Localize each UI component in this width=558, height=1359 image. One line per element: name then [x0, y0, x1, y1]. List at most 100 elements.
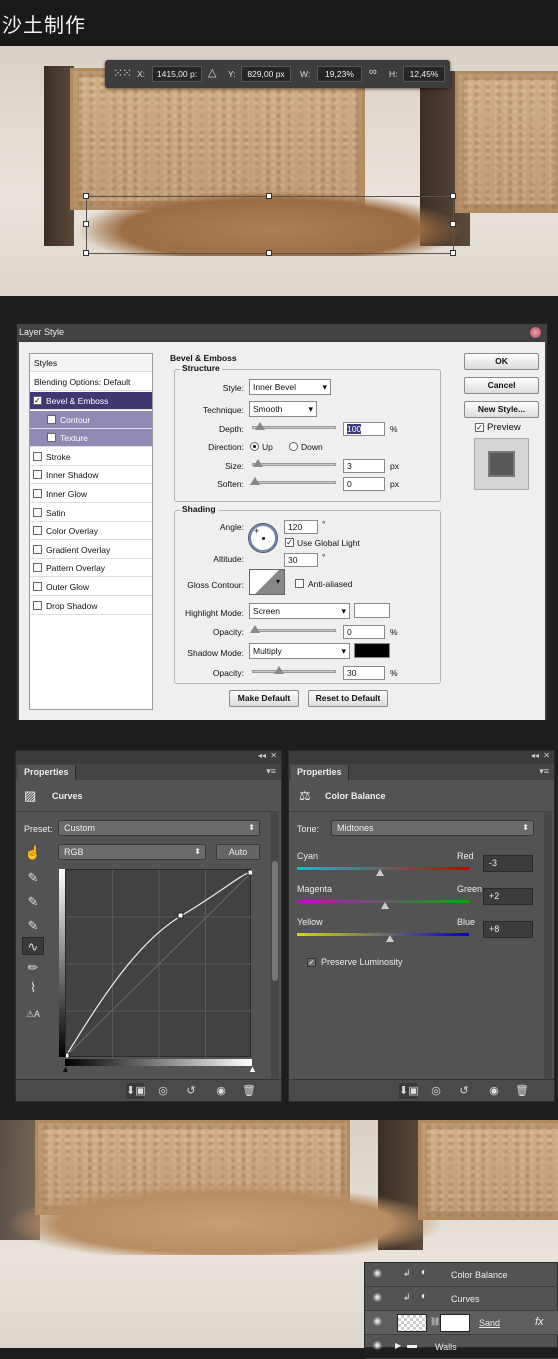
style-item-inner-glow[interactable]: Inner Glow	[30, 485, 152, 503]
style-item-outer-glow[interactable]: Outer Glow	[30, 578, 152, 596]
trash-icon[interactable]: 🗑	[240, 1083, 258, 1099]
angle-dial[interactable]: +	[248, 523, 278, 553]
layer-row[interactable]: ◉ ⛓ Sand fx	[365, 1311, 558, 1335]
style-checkbox[interactable]	[33, 563, 42, 573]
layer-row[interactable]: ◉ ↲ ◐ Color Balance	[365, 1263, 558, 1287]
clip-to-layer-icon[interactable]: ⬇▣	[399, 1083, 419, 1099]
close-icon[interactable]: ✕	[270, 751, 277, 760]
fx-icon[interactable]: fx	[535, 1316, 544, 1328]
color-slider-thumb[interactable]	[380, 902, 389, 909]
view-previous-icon[interactable]: ◎	[427, 1083, 445, 1099]
cancel-button[interactable]: Cancel	[464, 377, 539, 394]
view-previous-icon[interactable]: ◎	[154, 1083, 172, 1099]
shadow-mode-select[interactable]: Multiply	[249, 643, 350, 659]
preview-checkbox[interactable]: ✓	[475, 423, 484, 432]
transform-handle[interactable]	[450, 250, 456, 256]
curve-points-icon[interactable]: ∿	[22, 937, 44, 955]
color-value-field[interactable]: -3	[483, 855, 533, 872]
h-field[interactable]: 12,45%	[403, 66, 445, 82]
style-checkbox[interactable]	[33, 582, 42, 591]
layer-thumbnail[interactable]	[397, 1314, 427, 1332]
direction-up-radio[interactable]	[250, 442, 259, 451]
hand-adjust-icon[interactable]: ☝	[22, 844, 44, 862]
color-value-field[interactable]: +8	[483, 921, 533, 938]
folder-expand-icon[interactable]: ▶	[395, 1341, 401, 1350]
white-point-slider[interactable]: ▲	[248, 1064, 257, 1074]
eye-icon[interactable]: ◉	[485, 1083, 503, 1099]
eye-icon[interactable]: ◉	[212, 1083, 230, 1099]
angle-field[interactable]: 120	[284, 520, 318, 534]
layer-name[interactable]: Walls	[435, 1342, 457, 1352]
clip-to-layer-icon[interactable]: ⬇▣	[126, 1083, 146, 1099]
new-style-button[interactable]: New Style...	[464, 401, 539, 418]
reset-icon[interactable]: ↺	[182, 1083, 200, 1099]
panel-menu-icon[interactable]: ▾≡	[266, 766, 276, 777]
direction-down-radio[interactable]	[289, 442, 298, 451]
color-slider-thumb[interactable]	[376, 869, 385, 876]
layer-name[interactable]: Color Balance	[451, 1270, 508, 1280]
make-default-button[interactable]: Make Default	[229, 690, 299, 707]
transform-handle[interactable]	[450, 193, 456, 199]
shadow-opacity-field[interactable]: 30	[343, 666, 385, 680]
scrollbar[interactable]	[271, 811, 279, 1079]
style-item-drop-shadow[interactable]: Drop Shadow	[30, 597, 152, 615]
style-item-texture[interactable]: Texture	[30, 429, 152, 448]
transform-handle[interactable]	[266, 193, 272, 199]
curve-point[interactable]	[66, 1052, 70, 1058]
eye-icon[interactable]: ◉	[373, 1292, 382, 1303]
style-checkbox[interactable]	[33, 470, 42, 480]
style-item-contour[interactable]: Contour	[30, 410, 152, 429]
eye-icon[interactable]: ◉	[373, 1340, 382, 1351]
style-checkbox[interactable]	[47, 433, 56, 443]
y-field[interactable]: 829,00 px	[241, 66, 291, 82]
curve-point[interactable]	[177, 912, 184, 919]
style-checkbox[interactable]	[33, 507, 42, 517]
scrollbar[interactable]	[544, 811, 552, 1079]
collapse-icon[interactable]: ◂◂	[258, 751, 266, 760]
shadow-color-swatch[interactable]	[354, 643, 390, 658]
highlight-mode-select[interactable]: Screen	[249, 603, 350, 619]
transform-bounding-box[interactable]	[86, 196, 454, 254]
pencil-icon[interactable]: ✏	[22, 959, 44, 977]
white-eyedropper-icon[interactable]: ✎	[22, 917, 44, 935]
highlight-opacity-slider[interactable]	[250, 625, 336, 633]
eye-icon[interactable]: ◉	[373, 1268, 382, 1279]
soften-field[interactable]: 0	[343, 477, 385, 491]
black-eyedropper-icon[interactable]: ✎	[22, 869, 44, 887]
curves-graph[interactable]	[65, 869, 252, 1058]
panel-menu-icon[interactable]: ▾≡	[539, 766, 549, 777]
highlight-opacity-field[interactable]: 0	[343, 625, 385, 639]
layer-row[interactable]: ◉ ↲ ◐ Curves	[365, 1287, 558, 1311]
preserve-luminosity-checkbox[interactable]: ✓	[307, 958, 316, 967]
style-checkbox[interactable]	[33, 451, 42, 461]
ok-button[interactable]: OK	[464, 353, 539, 370]
w-field[interactable]: 19,23%	[317, 66, 362, 82]
clipping-icon[interactable]: ⚠A	[22, 1005, 44, 1023]
reset-to-default-button[interactable]: Reset to Default	[308, 690, 388, 707]
style-item-inner-shadow[interactable]: Inner Shadow	[30, 466, 152, 485]
style-item-color-overlay[interactable]: Color Overlay	[30, 522, 152, 541]
style-item-pattern-overlay[interactable]: Pattern Overlay	[30, 559, 152, 578]
layer-name[interactable]: Sand	[479, 1318, 500, 1328]
use-global-light-checkbox[interactable]: ✓	[285, 538, 294, 547]
style-checkbox[interactable]	[47, 414, 56, 424]
collapse-icon[interactable]: ◂◂	[531, 751, 539, 760]
style-checkbox[interactable]	[33, 600, 42, 610]
style-select[interactable]: Inner Bevel	[249, 379, 331, 395]
style-item-gradient-overlay[interactable]: Gradient Overlay	[30, 541, 152, 559]
smooth-icon[interactable]: ⌇	[22, 979, 44, 997]
depth-field[interactable]: 100	[343, 422, 385, 436]
style-checkbox[interactable]	[33, 544, 42, 554]
close-icon[interactable]: ✕	[543, 751, 550, 760]
style-item-satin[interactable]: Satin	[30, 504, 152, 522]
depth-slider[interactable]	[252, 422, 336, 430]
size-slider[interactable]	[252, 459, 336, 467]
delta-icon[interactable]: △	[208, 66, 216, 79]
x-field[interactable]: 1415,00 p:	[152, 66, 202, 82]
layer-mask-thumbnail[interactable]	[440, 1314, 470, 1332]
link-icon[interactable]: ∞	[369, 66, 377, 78]
style-checkbox[interactable]: ✓	[33, 396, 42, 405]
chevron-down-icon[interactable]: ▾	[276, 577, 280, 586]
trash-icon[interactable]: 🗑	[513, 1083, 531, 1099]
preset-select[interactable]: Custom	[58, 820, 260, 836]
